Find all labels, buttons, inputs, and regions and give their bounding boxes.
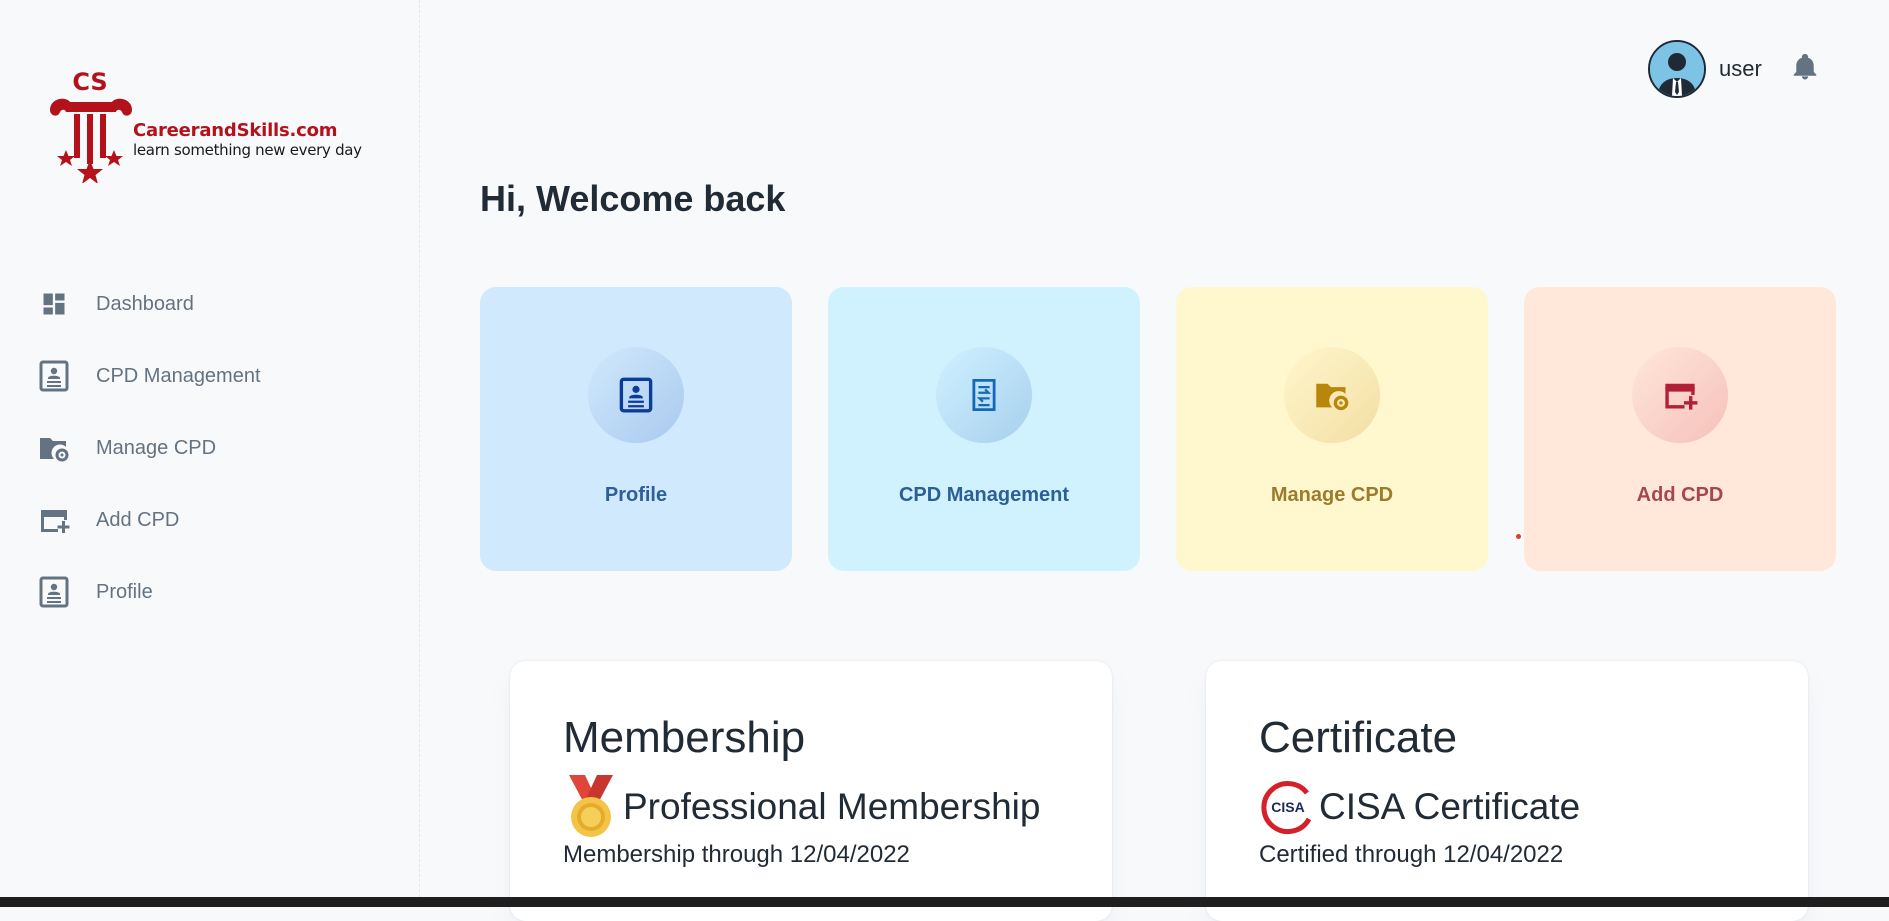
membership-name: Professional Membership xyxy=(623,786,1041,827)
cisa-logo-icon: CISA xyxy=(1261,781,1312,834)
sidebar-item-label: Manage CPD xyxy=(96,436,217,459)
tile-manage-cpd[interactable]: Manage CPD xyxy=(1176,287,1488,571)
company-logo[interactable]: CS CareerandSkills.com learn something n… xyxy=(46,68,366,183)
sidebar-item-add-cpd[interactable]: Add CPD xyxy=(0,484,419,556)
sidebar-item-dashboard[interactable]: Dashboard xyxy=(0,268,419,340)
dashboard-icon xyxy=(38,288,70,320)
page-title: Hi, Welcome back xyxy=(480,178,786,219)
sidebar: CS CareerandSkills.com learn something n… xyxy=(0,0,420,897)
tile-profile[interactable]: Profile xyxy=(480,287,792,571)
sidebar-item-cpd-management[interactable]: CPD Management xyxy=(0,340,419,412)
card-item-row: CISA CISA Certificate xyxy=(1259,775,1580,839)
username-label[interactable]: user xyxy=(1719,56,1762,82)
card-title: Membership xyxy=(563,713,806,762)
logo-brand-text: CareerandSkills.com xyxy=(133,120,338,141)
tile-icon-circle xyxy=(1632,347,1728,443)
tile-icon-circle xyxy=(1284,347,1380,443)
sidebar-item-label: Dashboard xyxy=(96,292,194,315)
medal-icon xyxy=(569,775,613,837)
avatar[interactable] xyxy=(1648,40,1706,98)
card-plus-icon xyxy=(1665,383,1698,410)
profile-card-icon xyxy=(38,576,70,608)
tile-add-cpd[interactable]: Add CPD xyxy=(1524,287,1836,571)
sidebar-item-profile[interactable]: Profile xyxy=(0,556,419,628)
membership-validity: Membership through 12/04/2022 xyxy=(563,841,910,868)
card-plus-icon xyxy=(38,504,70,536)
sidebar-nav: Dashboard CPD Management Manage CPD Add … xyxy=(0,268,419,628)
tile-label: Manage CPD xyxy=(1270,484,1394,506)
certificate-card: Certificate CISA CISA Certificate Certif… xyxy=(1206,661,1808,921)
tile-label: Profile xyxy=(604,484,668,506)
tile-cpd-management[interactable]: CPD Management xyxy=(828,287,1140,571)
sidebar-item-manage-cpd[interactable]: Manage CPD xyxy=(0,412,419,484)
folder-gear-icon xyxy=(38,432,70,464)
svg-text:CISA: CISA xyxy=(1271,799,1304,815)
profile-card-icon xyxy=(38,360,70,392)
transfer-list-icon xyxy=(972,378,996,412)
card-title: Certificate xyxy=(1259,713,1458,762)
logo-tagline: learn something new every day xyxy=(133,141,362,159)
membership-card: Membership Professional Membership Membe… xyxy=(510,661,1112,921)
sidebar-item-label: Profile xyxy=(96,580,153,603)
user-avatar xyxy=(1650,42,1704,96)
bell-icon[interactable] xyxy=(1790,52,1820,82)
certificate-name: CISA Certificate xyxy=(1319,786,1581,827)
card-item-row: Professional Membership xyxy=(563,775,1040,839)
svg-text:CS: CS xyxy=(72,68,107,96)
pillar-logo-icon: CS xyxy=(50,68,132,183)
tile-label: CPD Management xyxy=(898,484,1070,506)
folder-gear-icon xyxy=(1316,383,1349,411)
decorative-dot xyxy=(1516,534,1521,539)
profile-card-icon xyxy=(619,377,653,413)
tile-icon-circle xyxy=(588,347,684,443)
sidebar-item-label: Add CPD xyxy=(96,508,180,531)
sidebar-item-label: CPD Management xyxy=(96,364,261,387)
tile-label: Add CPD xyxy=(1636,484,1724,506)
tile-icon-circle xyxy=(936,347,1032,443)
bottom-bar xyxy=(0,897,1889,907)
certificate-validity: Certified through 12/04/2022 xyxy=(1259,841,1564,868)
